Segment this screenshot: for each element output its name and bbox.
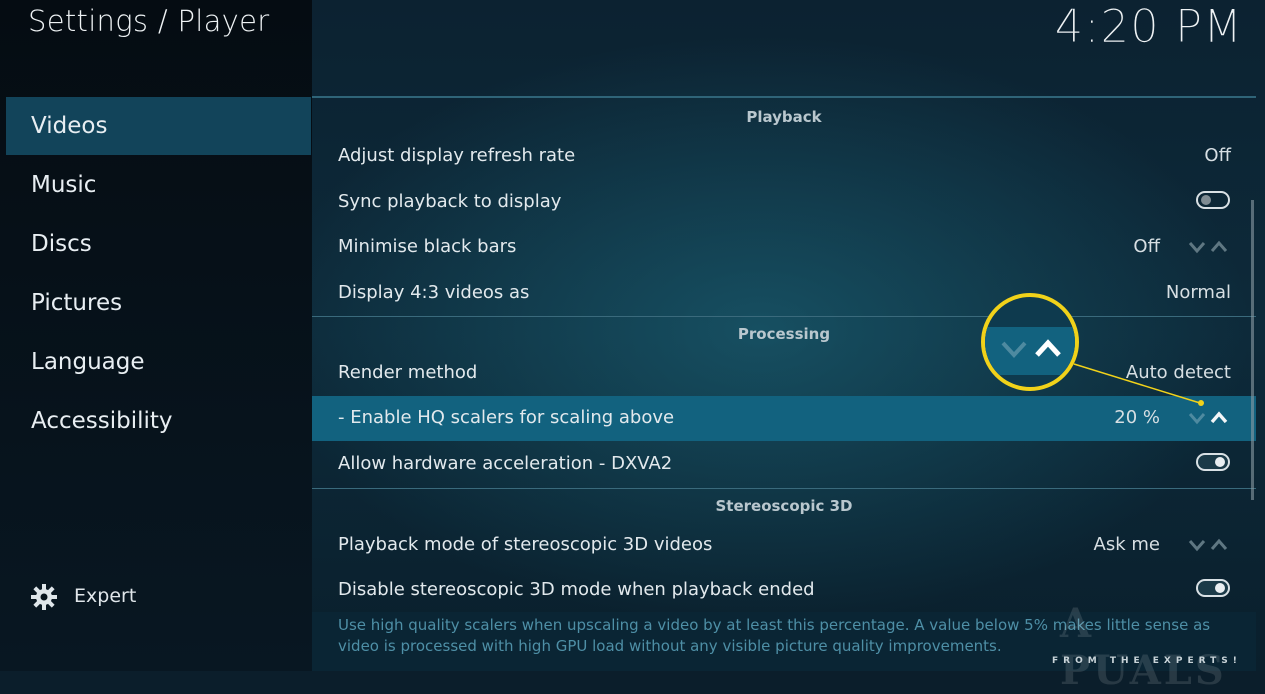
watermark-tagline: FROM THE EXPERTS! [1052,656,1242,666]
callout-zoom-circle [981,293,1079,391]
spinner-arrows-icon [1001,339,1061,358]
watermark-logo: A PUALS [1060,600,1227,694]
